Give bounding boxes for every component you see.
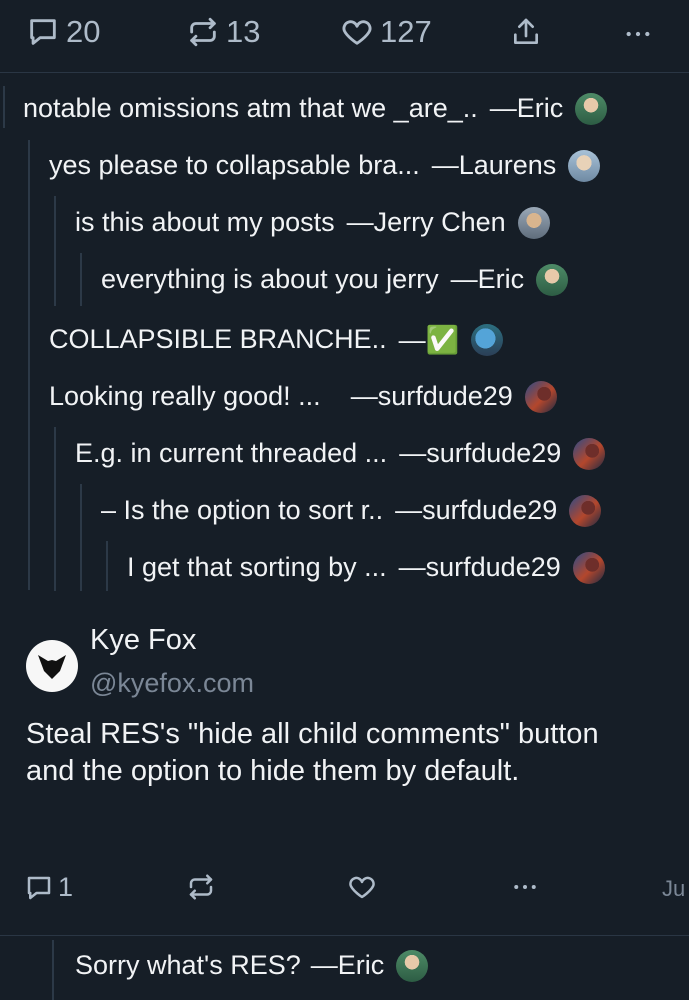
thread-item[interactable]: is this about my posts —Jerry Chen [75, 194, 550, 251]
repost-button[interactable] [186, 872, 216, 902]
fox-logo-icon [38, 655, 66, 679]
post-actions-bar: 1 Ju [0, 866, 689, 910]
like-button[interactable] [347, 872, 377, 902]
thread-item[interactable]: notable omissions atm that we _are_.. —E… [23, 80, 608, 137]
avatar[interactable] [524, 380, 557, 413]
thread-line [54, 427, 56, 591]
repost-icon [189, 874, 213, 900]
thread-item[interactable]: yes please to collapsable bra... —Lauren… [49, 137, 601, 194]
thread-line [80, 253, 82, 306]
reply-button[interactable]: 1 [24, 872, 73, 903]
thread-item[interactable]: – Is the option to sort r.. —surfdude29 [101, 482, 602, 539]
more-options-button[interactable] [510, 872, 540, 902]
share-icon [514, 18, 538, 44]
author-name[interactable]: Kye Fox [90, 624, 196, 657]
avatar[interactable] [396, 949, 429, 982]
thread-line [54, 196, 56, 306]
thread-line [28, 140, 30, 590]
like-count: 127 [380, 14, 432, 49]
thread-line [3, 86, 5, 128]
more-options-button[interactable] [622, 18, 654, 50]
post-date: Ju [662, 876, 686, 901]
reply-icon [27, 876, 51, 899]
reply-button[interactable]: 20 [26, 14, 100, 50]
more-icon [626, 31, 650, 37]
author-handle[interactable]: @kyefox.com [90, 668, 254, 699]
reply-icon [30, 19, 56, 45]
thread-item-text: COLLAPSIBLE BRANCHE.. [49, 324, 387, 354]
thread-item-text: is this about my posts [75, 207, 335, 237]
thread-item[interactable]: E.g. in current threaded ... —surfdude29 [75, 425, 606, 482]
divider [0, 935, 689, 936]
thread-item[interactable]: COLLAPSIBLE BRANCHE.. —✅ [49, 311, 504, 368]
thread-item-text: Looking really good! ... [49, 381, 321, 411]
thread-item[interactable]: everything is about you jerry —Eric [101, 251, 569, 308]
heart-icon [349, 876, 375, 899]
avatar[interactable] [572, 551, 605, 584]
avatar[interactable] [26, 640, 78, 692]
avatar[interactable] [573, 437, 606, 470]
thread-item-text: notable omissions atm that we _are_.. [23, 93, 478, 123]
thread-line [80, 484, 82, 591]
avatar[interactable] [568, 149, 601, 182]
thread-item-text: E.g. in current threaded ... [75, 438, 388, 468]
thread-item-text: everything is about you jerry [101, 264, 439, 294]
thread-item-author: —Jerry Chen [346, 207, 506, 237]
more-icon [514, 885, 536, 889]
thread-item-author: —Laurens [431, 150, 557, 180]
avatar[interactable] [471, 323, 504, 356]
thread-item-author: —surfdude29 [395, 495, 558, 525]
avatar[interactable] [536, 263, 569, 296]
divider [0, 72, 689, 73]
reply-count: 1 [58, 872, 74, 902]
thread-item-author: —surfdude29 [399, 438, 562, 468]
thread-line [106, 541, 108, 591]
thread-item-text: – Is the option to sort r.. [101, 495, 384, 525]
post-text: Steal RES's "hide all child comments" bu… [26, 718, 599, 787]
thread-item-author: —✅ [398, 324, 460, 355]
thread-item-author: —Eric [489, 93, 564, 123]
avatar[interactable] [517, 206, 550, 239]
thread-item-author: —Eric [310, 950, 385, 980]
thread-line [52, 940, 54, 1000]
thread-item[interactable]: I get that sorting by ... —surfdude29 [127, 539, 605, 596]
heart-icon [342, 20, 372, 45]
thread-item-text: Sorry what's RES? [75, 950, 301, 980]
like-button[interactable]: 127 [340, 14, 432, 50]
reply-count: 20 [66, 14, 101, 49]
thread-item[interactable]: Looking really good! ... —surfdude29 [49, 368, 557, 425]
repost-count: 13 [226, 14, 261, 49]
thread-item[interactable]: Sorry what's RES? —Eric [75, 937, 429, 994]
share-button[interactable] [510, 16, 542, 48]
thread-item-text: yes please to collapsable bra... [49, 150, 420, 180]
repost-icon [190, 17, 216, 47]
post-actions-bar: 20 13 127 [0, 0, 689, 70]
thread-item-author: —surfdude29 [398, 552, 561, 582]
thread-item-author: —Eric [450, 264, 525, 294]
repost-button[interactable]: 13 [186, 14, 260, 50]
avatar[interactable] [569, 494, 602, 527]
thread-item-author: —surfdude29 [350, 381, 513, 411]
thread-item-text: I get that sorting by ... [127, 552, 387, 582]
avatar[interactable] [575, 92, 608, 125]
